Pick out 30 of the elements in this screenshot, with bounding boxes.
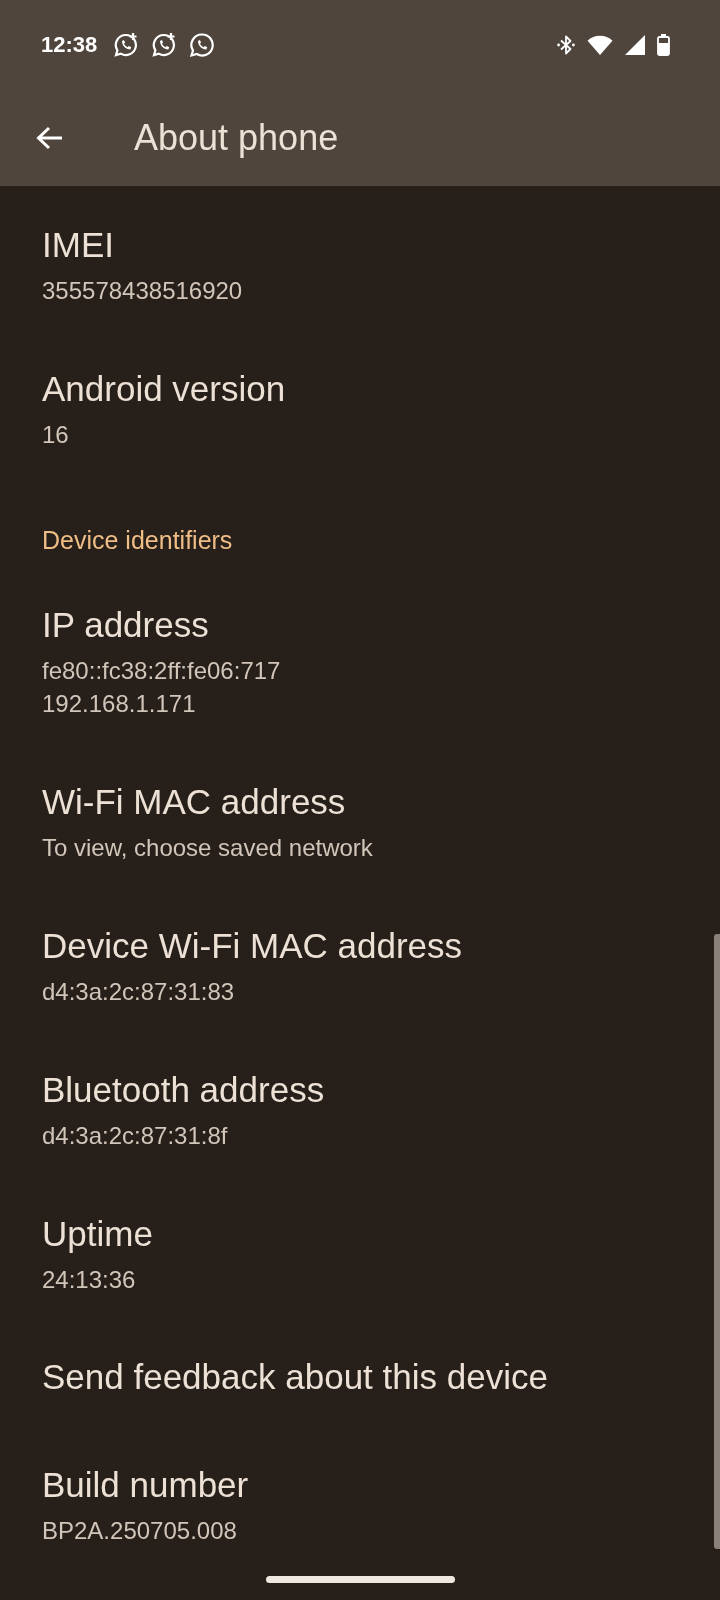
setting-title[interactable]: Wi-Fi MAC address [42,782,346,822]
setting-title[interactable]: Android version [42,369,286,409]
setting-value: fe80::fc38:2ff:fe06:717 [42,656,281,686]
section-header: Device identifiers [42,525,233,555]
screen-title: About phone [134,116,339,160]
back-arrow-icon [35,126,63,150]
battery-icon [657,34,670,56]
setting-value: BP2A.250705.008 [42,1516,237,1546]
status-time: 12:38 [41,32,98,58]
navigation-handle[interactable] [266,1576,455,1583]
setting-value: d4:3a:2c:87:31:83 [42,977,235,1007]
setting-value: To view, choose saved network [42,833,373,863]
chat-bubble-icon [113,32,140,58]
setting-title[interactable]: Send feedback about this device [42,1357,548,1397]
setting-title[interactable]: IP address [42,605,209,645]
setting-value: 16 [42,420,69,450]
setting-title[interactable]: Device Wi-Fi MAC address [42,926,463,966]
bluetooth-icon [557,34,575,56]
setting-value: d4:3a:2c:87:31:8f [42,1121,228,1151]
setting-title[interactable]: Bluetooth address [42,1070,325,1110]
wifi-icon [587,35,613,55]
setting-value: 24:13:36 [42,1265,136,1295]
signal-icon [625,35,645,55]
setting-value: 355578438516920 [42,276,243,306]
setting-title[interactable]: Uptime [42,1214,153,1254]
setting-value: 192.168.1.171 [42,689,196,719]
chat-bubble-icon [189,32,216,58]
setting-title[interactable]: IMEI [42,225,114,265]
setting-title[interactable]: Build number [42,1465,249,1505]
chat-bubble-icon [151,32,178,58]
